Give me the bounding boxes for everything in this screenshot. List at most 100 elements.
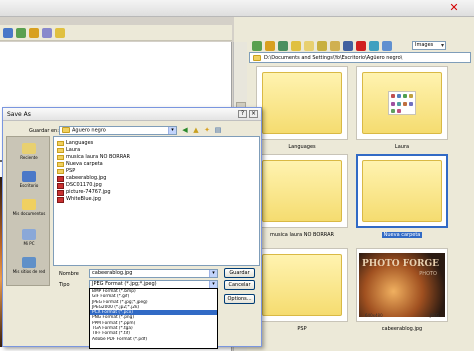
save-in-combo[interactable]: Aguero negro ▾ [59,126,177,135]
new-folder-icon[interactable] [278,41,288,51]
copy-icon[interactable] [317,41,327,51]
save-in-label: Guardar en: [29,128,59,134]
thumbnail-item[interactable]: Laura [356,66,448,160]
forward-icon[interactable] [16,27,26,38]
place-label: Mi PC [23,241,35,246]
thumbnail-item[interactable]: PHOTO FORGE PHOTO 640x480 JPEG cabeerabl… [356,248,448,342]
folder-icon[interactable] [29,27,39,38]
folder-open-icon[interactable] [304,41,314,51]
save-in-value: Aguero negro [72,127,106,134]
list-item[interactable]: Nueva carpeta [57,161,103,168]
network-icon [22,257,36,268]
close-icon[interactable]: × [249,110,258,118]
window-close-icon[interactable]: ✕ [448,2,460,13]
thumbnail-frame [256,248,348,322]
place-recent[interactable]: Reciente [7,143,51,160]
recent-icon [22,143,36,154]
info-icon[interactable] [382,41,392,51]
new-folder-icon[interactable]: ✦ [203,126,211,134]
file-name-input[interactable]: cabeerablog.jpg ▾ [89,269,218,278]
file-name-label: Nombre [59,271,79,277]
folder-icon [57,141,64,146]
folder-icon [57,155,64,160]
thumbnail-caption: Laura [394,144,410,150]
cut-icon[interactable] [343,41,353,51]
thumbnail-frame [256,66,348,140]
help-icon[interactable]: ? [238,110,247,118]
jpg-file-icon [57,196,64,203]
address-bar[interactable]: D:\Documents and Settings\Yo\Escritorio\… [249,52,471,63]
thumbnail-caption: PSP [297,326,307,332]
list-item[interactable]: cabeerablog.jpg [57,175,106,182]
save-as-dialog: Save As ? × Guardar en: Aguero negro ▾ ◀… [2,107,262,349]
list-item[interactable]: Languages [57,140,93,147]
place-label: Mis sitios de red [12,269,46,274]
dragon-image-thumbnail: PHOTO FORGE PHOTO [359,253,445,317]
folder-icon [62,127,70,133]
list-item[interactable]: Laura [57,147,80,154]
list-item[interactable]: picture-74767.jpg [57,189,111,196]
print-icon[interactable] [42,27,52,38]
back-icon[interactable] [3,27,13,38]
thumbnail-item[interactable]: musica laura NO BORRAR [256,154,348,248]
file-name: picture-74767.jpg [66,189,111,195]
list-item[interactable]: WhiteBlue.jpg [57,196,101,203]
file-type-value: JPEG Format (*.jpg;*.jpeg) [92,281,157,287]
folder-icon [253,54,261,61]
file-name: Languages [66,140,94,146]
file-name: DSC01170.jpg [66,182,102,188]
move-icon[interactable] [330,41,340,51]
options-button[interactable]: Options... [224,294,255,304]
save-button[interactable]: Guardar [224,268,255,278]
delete-icon[interactable] [356,41,366,51]
dropdown-option[interactable]: Adobe PDF Format (*.pdf) [90,337,217,342]
caption-text: Nueva carpeta [381,232,423,238]
place-network[interactable]: Mis sitios de red [7,257,51,274]
folder-icon [362,160,442,222]
favorite-icon[interactable] [55,27,65,38]
dialog-nav-icons: ◀ ▲ ✦ ▤ [181,126,222,134]
thumbnail-item[interactable]: Languages [256,66,348,160]
place-desktop[interactable]: Escritorio [7,171,51,188]
chevron-down-icon[interactable]: ▾ [168,127,176,134]
file-name-value: cabeerablog.jpg [92,270,133,276]
refresh-icon[interactable] [252,41,262,51]
file-list: Languages Laura musica laura NO BORRAR N… [53,136,260,266]
thumbnail-frame [356,66,448,140]
file-name: musica laura NO BORRAR [66,154,130,160]
back-arrow-icon[interactable]: ◀ [181,126,189,134]
thumbnail-item[interactable]: PSP [256,248,348,342]
dialog-title: Save As [3,108,261,121]
list-item[interactable]: PSP [57,168,75,175]
views-select[interactable]: Images [412,41,446,50]
list-item[interactable]: DSC01170.jpg [57,182,102,189]
thumbnail-frame: PHOTO FORGE PHOTO 640x480 JPEG [356,248,448,322]
view-menu-icon[interactable]: ▤ [214,126,222,134]
place-my-computer[interactable]: Mi PC [7,229,51,246]
up-folder-icon[interactable]: ▲ [192,126,200,134]
document-preview-icon [388,91,416,115]
thumbnail-item-selected[interactable]: Nueva carpeta [356,154,448,248]
file-name: WhiteBlue.jpg [66,196,101,202]
folder-icon [57,169,64,174]
file-type-dropdown-list: BMP Format (*.bmp) GIF Format (*.gif) JP… [89,288,218,349]
cancel-button[interactable]: Cancelar [224,280,255,290]
thumbnail-frame [256,154,348,228]
list-item[interactable]: musica laura NO BORRAR [57,154,130,161]
star-icon[interactable] [291,41,301,51]
chevron-down-icon[interactable]: ▾ [209,270,217,277]
chevron-down-icon[interactable]: ▾ [209,281,217,288]
left-toolbar [0,25,232,41]
file-name: Nueva carpeta [66,161,103,167]
file-name: PSP [66,168,76,174]
documents-icon [22,199,36,210]
place-my-documents[interactable]: Mis documentos [7,199,51,216]
folder-icon [262,160,342,222]
jpg-file-icon [57,175,64,182]
place-label: Mis documentos [12,211,46,216]
file-name: Laura [66,147,81,153]
thumbnail-caption: cabeerablog.jpg [381,326,423,332]
up-folder-icon[interactable] [265,41,275,51]
thumbnail-caption: Languages [288,144,316,150]
rotate-icon[interactable] [369,41,379,51]
